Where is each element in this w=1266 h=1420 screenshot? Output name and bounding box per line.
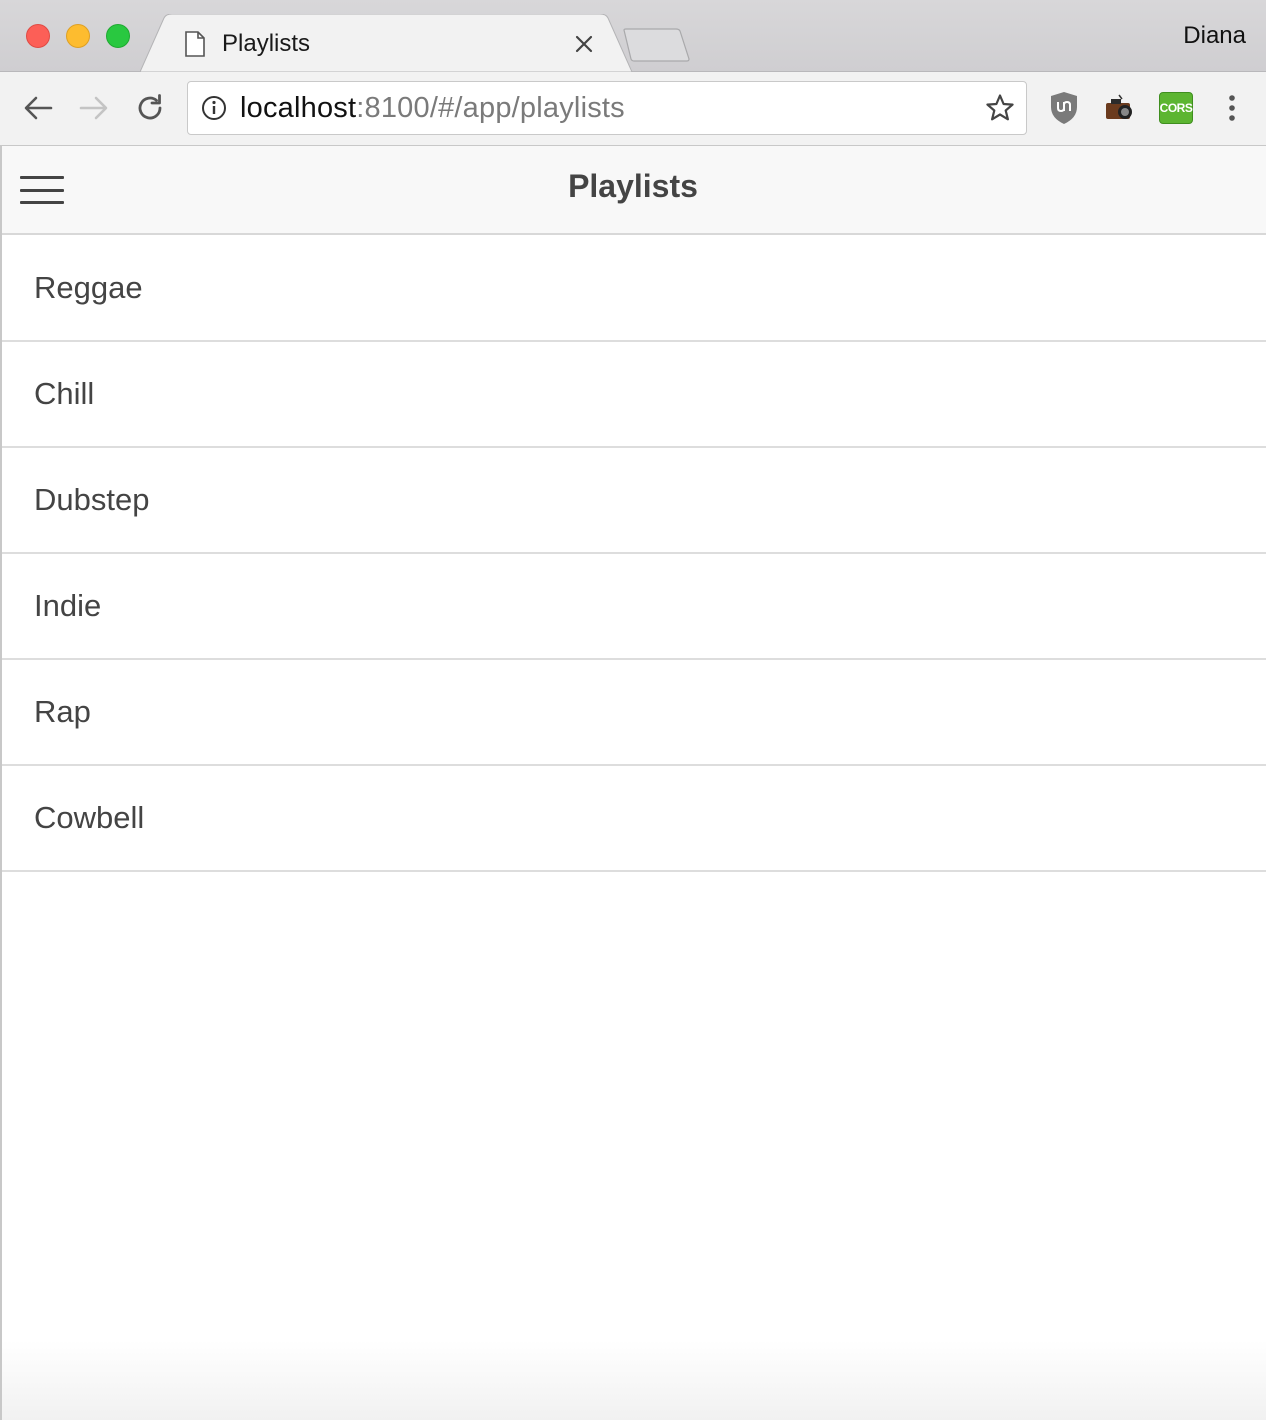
url-text[interactable]: localhost:8100/#/app/playlists <box>240 92 980 125</box>
info-icon[interactable] <box>200 94 228 122</box>
url-path: :8100/#/app/playlists <box>356 91 625 124</box>
app-header: Playlists <box>0 146 1266 235</box>
cors-icon[interactable]: CORS <box>1158 90 1194 126</box>
cors-label: CORS <box>1159 92 1193 124</box>
address-bar[interactable]: localhost:8100/#/app/playlists <box>187 81 1027 135</box>
star-icon[interactable] <box>980 88 1020 128</box>
browser-titlebar: Playlists Diana <box>0 0 1266 72</box>
ublock-shield-icon[interactable] <box>1046 90 1082 126</box>
window-left-edge <box>0 146 2 1420</box>
playlist-item-rap[interactable]: Rap <box>0 660 1266 766</box>
url-host: localhost <box>240 91 357 124</box>
forward-arrow-icon[interactable] <box>74 88 114 128</box>
close-icon[interactable] <box>566 26 602 62</box>
playlist-item-dubstep[interactable]: Dubstep <box>0 448 1266 554</box>
playlist-item-indie[interactable]: Indie <box>0 554 1266 660</box>
page-title: Playlists <box>568 168 698 204</box>
new-tab-button[interactable] <box>620 28 690 62</box>
content-bottom <box>0 1340 1266 1420</box>
window-maximize-button[interactable] <box>106 24 130 48</box>
reload-icon[interactable] <box>130 88 170 128</box>
tab-title: Playlists <box>222 30 311 57</box>
window-close-button[interactable] <box>26 24 50 48</box>
page-icon <box>182 29 208 59</box>
playlist-item-reggae[interactable]: Reggae <box>0 236 1266 342</box>
browser-toolbar: localhost:8100/#/app/playlists CORS <box>0 72 1266 146</box>
active-tab[interactable]: Playlists <box>170 16 610 72</box>
playlist-list: Reggae Chill Dubstep Indie Rap Cowbell <box>0 236 1266 872</box>
playlist-item-cowbell[interactable]: Cowbell <box>0 766 1266 872</box>
back-arrow-icon[interactable] <box>18 88 58 128</box>
kebab-menu-icon[interactable] <box>1214 90 1250 126</box>
playlist-item-chill[interactable]: Chill <box>0 342 1266 448</box>
camera-icon[interactable] <box>1102 90 1138 126</box>
window-minimize-button[interactable] <box>66 24 90 48</box>
profile-name[interactable]: Diana <box>1183 22 1246 50</box>
